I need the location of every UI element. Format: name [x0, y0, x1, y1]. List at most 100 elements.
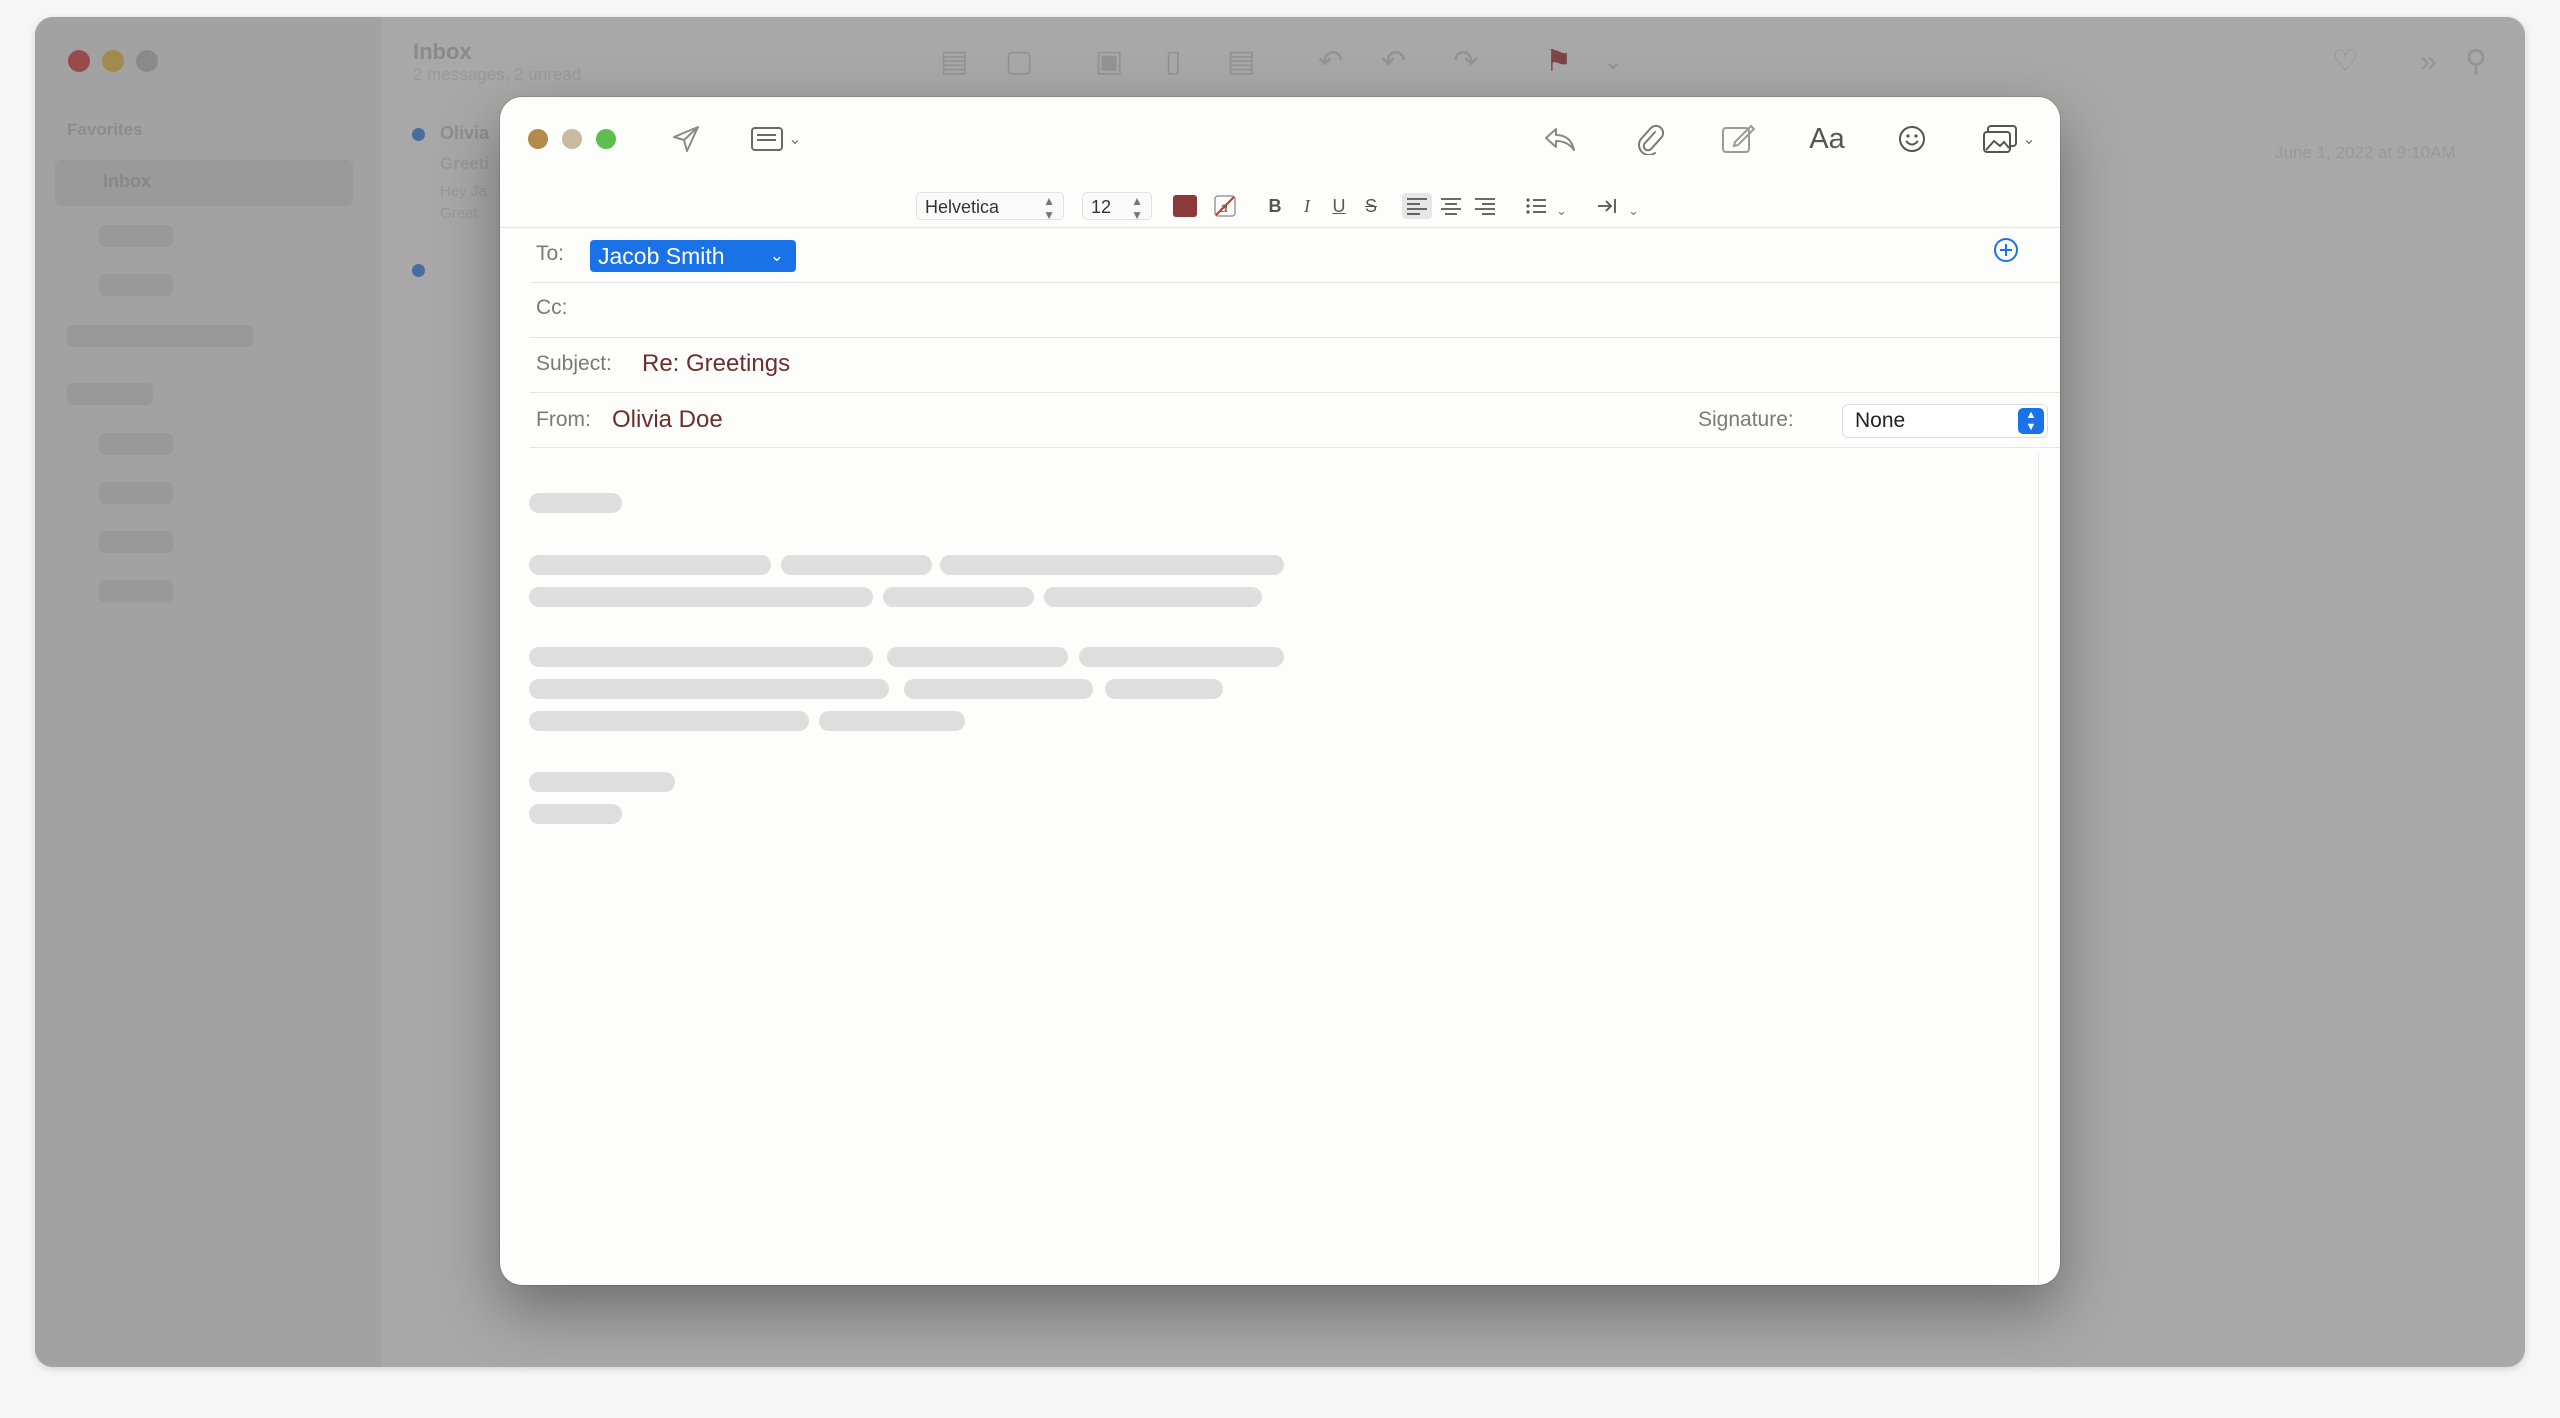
- markup-button[interactable]: [1718, 121, 1758, 157]
- unread-dot: [412, 264, 425, 277]
- redacted-text: [887, 647, 1068, 667]
- bg-toolbar-icon[interactable]: »: [2420, 47, 2437, 77]
- font-family-select[interactable]: Helvetica ▲ ▼: [916, 192, 1064, 222]
- font-panel-button[interactable]: Aa: [1802, 121, 1852, 157]
- bg-toolbar-icon[interactable]: ▢: [1005, 47, 1033, 77]
- font-size-select[interactable]: 12 ▲ ▼: [1082, 192, 1152, 222]
- minimize-button[interactable]: [562, 129, 582, 149]
- sidebar-item[interactable]: [99, 580, 173, 602]
- redacted-text: [819, 711, 965, 731]
- strikethrough-button[interactable]: S: [1360, 193, 1382, 219]
- to-field-row[interactable]: To: Jacob Smith ⌄: [530, 228, 2060, 283]
- bg-toolbar-icon[interactable]: ♡: [2332, 47, 2359, 77]
- subject-field-row[interactable]: Subject: Re: Greetings: [530, 337, 2060, 393]
- subject-input[interactable]: Re: Greetings: [642, 350, 790, 378]
- bg-minimize-button[interactable]: [102, 50, 124, 72]
- compose-window: ⌄ Aa ⌄ Helvetica ▲▼ 12 ▲▼ a B I U S: [500, 97, 2060, 1285]
- text-color-button[interactable]: [1173, 195, 1197, 217]
- chevron-down-icon: ⌄: [769, 246, 784, 265]
- cc-label: Cc:: [536, 296, 568, 319]
- underline-button[interactable]: U: [1328, 193, 1350, 219]
- header-fields-button[interactable]: ⌄: [746, 121, 806, 157]
- bg-toolbar-icon[interactable]: ▤: [940, 47, 968, 77]
- chevron-down-icon: ⌄: [2022, 131, 2036, 148]
- redacted-text: [529, 804, 622, 824]
- paperclip-icon: [1638, 124, 1665, 155]
- bg-toolbar-icon[interactable]: ▣: [1095, 47, 1123, 77]
- bg-toolbar-icon[interactable]: ▯: [1165, 47, 1182, 77]
- bg-toolbar-icon[interactable]: ⚑: [1545, 47, 1572, 77]
- header-fields-icon: [751, 127, 784, 151]
- photo-browser-icon: [1983, 125, 2018, 153]
- indent-icon: [1598, 199, 1616, 213]
- redacted-text: [529, 647, 873, 667]
- redacted-text: [940, 555, 1284, 575]
- bg-zoom-button[interactable]: [136, 50, 158, 72]
- signature-select[interactable]: None ▲ ▼: [1842, 404, 2048, 438]
- message-subject: Greeti: [440, 154, 490, 173]
- bg-toolbar-icon[interactable]: ↶: [1318, 47, 1343, 77]
- close-button[interactable]: [528, 129, 548, 149]
- no-highlight-icon: a: [1214, 195, 1236, 217]
- stepper-icon: ▲ ▼: [1131, 194, 1143, 222]
- bg-search-icon[interactable]: ⚲: [2465, 47, 2487, 77]
- font-size-value: 12: [1091, 197, 1112, 217]
- message-sender: Olivia: [440, 123, 490, 143]
- sidebar-section: [67, 383, 153, 405]
- attach-button[interactable]: [1632, 121, 1668, 157]
- bg-toolbar-icon[interactable]: ⌄: [1603, 47, 1623, 77]
- reply-icon: [1545, 128, 1575, 151]
- bold-button[interactable]: B: [1264, 193, 1286, 219]
- align-center-button[interactable]: [1436, 193, 1466, 219]
- bg-toolbar-icon[interactable]: ▤: [1227, 47, 1255, 77]
- cc-field-row[interactable]: Cc:: [530, 282, 2060, 338]
- emoji-button[interactable]: [1894, 121, 1930, 157]
- sidebar-section: [67, 325, 253, 347]
- add-contact-button[interactable]: [1992, 236, 2022, 266]
- sidebar-section-favorites: Favorites: [67, 120, 143, 139]
- recipient-token[interactable]: Jacob Smith ⌄: [590, 240, 796, 272]
- align-left-button[interactable]: [1402, 193, 1432, 219]
- indent-button[interactable]: ⌄: [1596, 193, 1640, 219]
- from-select[interactable]: Olivia Doe: [612, 406, 723, 434]
- bg-toolbar-icon[interactable]: ↷: [1453, 47, 1478, 77]
- font-family-value: Helvetica: [925, 197, 1000, 217]
- sidebar-item[interactable]: [99, 225, 173, 247]
- sidebar-item[interactable]: [99, 274, 173, 296]
- bullet-list-icon: [1526, 198, 1547, 214]
- bg-close-button[interactable]: [68, 50, 90, 72]
- photo-browser-button[interactable]: ⌄: [1978, 121, 2040, 157]
- add-contact-icon: [1994, 238, 2018, 262]
- signature-label: Signature:: [1698, 408, 1794, 431]
- message-preview: Great: [440, 205, 478, 222]
- italic-button[interactable]: I: [1296, 193, 1318, 219]
- redacted-text: [781, 555, 932, 575]
- sidebar-item-inbox[interactable]: [55, 160, 353, 206]
- redacted-text: [529, 493, 622, 513]
- bg-toolbar-icon[interactable]: ↶: [1381, 47, 1406, 77]
- unread-dot: [412, 128, 425, 141]
- message-date: June 1, 2022 at 9:10AM: [2275, 143, 2456, 162]
- redacted-text: [904, 679, 1093, 699]
- send-button[interactable]: [668, 121, 704, 157]
- zoom-button[interactable]: [596, 129, 616, 149]
- reply-button[interactable]: [1540, 121, 1580, 157]
- sidebar-item[interactable]: [99, 531, 173, 553]
- markup-icon: [1722, 124, 1755, 153]
- sidebar-item[interactable]: [99, 433, 173, 455]
- align-right-button[interactable]: [1470, 193, 1500, 219]
- list-button[interactable]: ⌄: [1524, 193, 1568, 219]
- format-bar: Helvetica ▲▼ 12 ▲▼ a B I U S ⌄ ⌄: [500, 185, 2060, 228]
- redacted-text: [529, 555, 771, 575]
- redacted-text: [883, 587, 1034, 607]
- message-body[interactable]: [500, 453, 2039, 1285]
- from-field-row[interactable]: From: Olivia Doe Signature: None ▲ ▼: [530, 392, 2060, 448]
- sidebar-item[interactable]: [99, 482, 173, 504]
- signature-value: None: [1855, 409, 1906, 432]
- recipient-name: Jacob Smith: [598, 243, 725, 269]
- to-label: To:: [536, 242, 565, 265]
- redacted-text: [529, 772, 675, 792]
- sidebar-item-inbox-label: Inbox: [103, 171, 151, 191]
- highlight-color-button[interactable]: a: [1212, 193, 1238, 219]
- mail-sidebar: Favorites Inbox: [35, 17, 381, 1367]
